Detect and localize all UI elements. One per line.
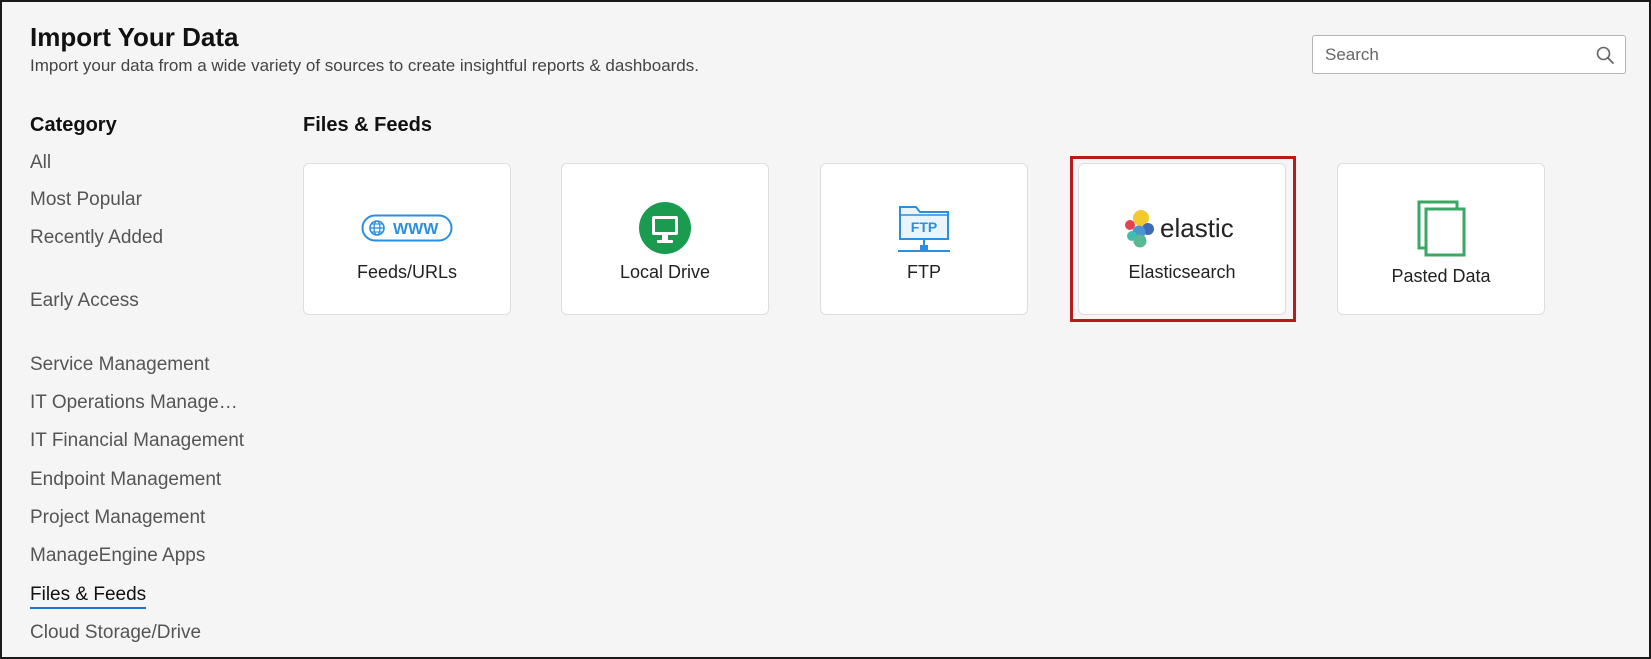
card-icon-wrap: FTP bbox=[821, 200, 1027, 256]
category-endpoint-management[interactable]: Endpoint Management bbox=[30, 469, 221, 491]
category-it-operations-management[interactable]: IT Operations Manage… bbox=[30, 392, 238, 414]
elastic-logo-text: elastic bbox=[1160, 213, 1234, 243]
card-label: Feeds/URLs bbox=[356, 262, 458, 282]
card-local-drive[interactable]: Local Drive bbox=[561, 163, 769, 315]
card-label: Elasticsearch bbox=[1128, 262, 1236, 282]
category-all[interactable]: All bbox=[30, 152, 51, 174]
card-elasticsearch[interactable]: elastic Elasticsearch bbox=[1078, 163, 1286, 315]
category-it-financial-management[interactable]: IT Financial Management bbox=[30, 430, 244, 452]
card-label: FTP bbox=[907, 262, 941, 282]
pasted-data-icon bbox=[1417, 200, 1466, 257]
section-heading: Files & Feeds bbox=[303, 114, 432, 136]
category-manageengine-apps[interactable]: ManageEngine Apps bbox=[30, 545, 205, 567]
page-title: Import Your Data bbox=[30, 22, 239, 52]
www-icon: WWW bbox=[361, 214, 453, 242]
import-data-page: Import Your Data Import your data from a… bbox=[0, 0, 1651, 659]
ftp-icon: FTP bbox=[898, 206, 950, 252]
category-project-management[interactable]: Project Management bbox=[30, 507, 205, 529]
search-box bbox=[1312, 35, 1626, 74]
category-heading: Category bbox=[30, 114, 117, 136]
category-cloud-storage-drive[interactable]: Cloud Storage/Drive bbox=[30, 622, 201, 644]
category-most-popular[interactable]: Most Popular bbox=[30, 189, 142, 211]
card-pasted-data[interactable]: Pasted Data bbox=[1337, 163, 1545, 315]
elastic-logo: elastic bbox=[1125, 210, 1234, 248]
card-icon-wrap: WWW bbox=[304, 200, 510, 256]
card-label: Local Drive bbox=[619, 262, 711, 282]
search-icon[interactable] bbox=[1595, 45, 1615, 65]
category-recently-added[interactable]: Recently Added bbox=[30, 227, 163, 249]
search-input[interactable] bbox=[1313, 36, 1593, 73]
ftp-icon-text: FTP bbox=[911, 219, 937, 235]
category-service-management[interactable]: Service Management bbox=[30, 354, 210, 376]
card-feeds-urls[interactable]: WWW Feeds/URLs bbox=[303, 163, 511, 315]
card-icon-wrap: elastic bbox=[1079, 200, 1285, 256]
category-early-access[interactable]: Early Access bbox=[30, 290, 139, 312]
card-label: Pasted Data bbox=[1391, 266, 1491, 286]
local-drive-icon bbox=[639, 202, 691, 254]
card-ftp[interactable]: FTP FTP bbox=[820, 163, 1028, 315]
category-files-and-feeds[interactable]: Files & Feeds bbox=[30, 584, 147, 609]
card-icon-wrap bbox=[562, 200, 768, 256]
page-subtitle: Import your data from a wide variety of … bbox=[30, 56, 699, 75]
www-icon-text: WWW bbox=[393, 221, 439, 238]
card-icon-wrap bbox=[1338, 200, 1544, 257]
